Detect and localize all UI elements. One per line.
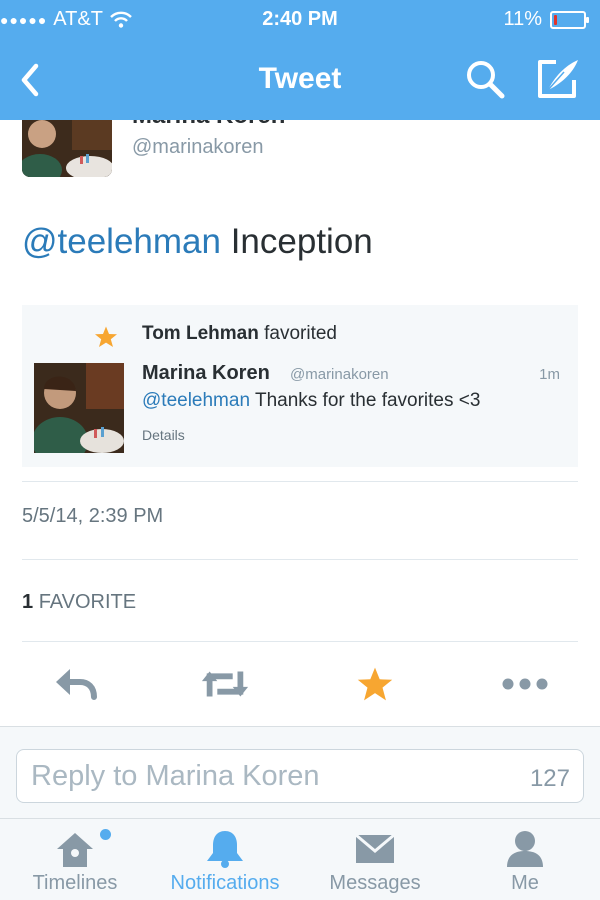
author-avatar[interactable] [22, 120, 112, 177]
person-icon [507, 831, 543, 867]
tweet-mention-link[interactable]: @teelehman [22, 222, 221, 261]
card-time: 1m [539, 366, 560, 383]
card-author-handle[interactable]: @marinakoren [290, 366, 389, 383]
favorite-activity-line: Tom Lehman favorited [142, 323, 337, 345]
more-icon [502, 678, 548, 690]
status-bar: ●●●●● AT&T 2:40 PM 11% [0, 0, 600, 40]
tab-label: Me [511, 872, 539, 894]
home-icon [57, 833, 93, 867]
tab-label: Messages [329, 872, 421, 894]
card-tweet-text: @teelehman Thanks for the favorites <3 [142, 390, 480, 412]
reply-bar: 127 [0, 726, 600, 818]
tweet-body: Inception [220, 222, 373, 261]
favorite-count[interactable]: 1 FAVORITE [22, 591, 136, 614]
top-bar: ●●●●● AT&T 2:40 PM 11% Tweet [0, 0, 600, 120]
divider [22, 559, 578, 560]
favorite-activity-card[interactable]: Tom Lehman favorited Marina Koren @marin… [22, 305, 578, 467]
favoriter-name[interactable]: Tom Lehman [142, 323, 259, 344]
card-mention-link[interactable]: @teelehman [142, 390, 250, 411]
favorite-count-label: FAVORITE [38, 591, 137, 613]
page-title: Tweet [258, 62, 342, 95]
favorite-star-icon [357, 667, 393, 701]
card-author-avatar[interactable] [34, 363, 124, 453]
more-button[interactable] [500, 664, 550, 704]
reply-input[interactable] [16, 749, 584, 803]
tab-me[interactable]: Me [450, 819, 600, 900]
favorite-count-number: 1 [22, 591, 34, 613]
reply-char-count: 127 [529, 765, 570, 792]
tab-timelines[interactable]: Timelines [0, 819, 150, 900]
divider [22, 641, 578, 642]
tab-label: Timelines [32, 872, 118, 894]
new-content-badge [100, 829, 111, 840]
card-details-link[interactable]: Details [142, 427, 185, 443]
retweet-icon [201, 671, 249, 697]
search-icon[interactable] [464, 58, 506, 100]
bell-icon [207, 831, 243, 868]
tab-label: Notifications [170, 872, 280, 894]
tab-bar: Timelines Notifications Messages Me [0, 818, 600, 900]
battery-group: 11% [503, 8, 589, 31]
battery-percent: 11% [503, 8, 542, 30]
tweet-timestamp: 5/5/14, 2:39 PM [22, 505, 164, 527]
reply-button[interactable] [50, 664, 100, 704]
card-author-name[interactable]: Marina Koren [142, 362, 270, 385]
battery-icon [550, 10, 589, 29]
reply-icon [56, 669, 97, 700]
card-tweet-body: Thanks for the favorites <3 [250, 390, 481, 411]
divider [22, 481, 578, 482]
tab-notifications[interactable]: Notifications [150, 819, 300, 900]
avatar-photo-icon [22, 120, 112, 177]
tab-messages[interactable]: Messages [300, 819, 450, 900]
retweet-button[interactable] [200, 664, 250, 704]
battery-level-fill [554, 14, 557, 25]
compose-icon[interactable] [534, 56, 580, 102]
card-avatar-photo-icon [34, 363, 124, 453]
favorite-button[interactable] [350, 664, 400, 704]
envelope-icon [355, 833, 395, 863]
author-handle[interactable]: @marinakoren [132, 136, 263, 159]
tweet-text: @teelehman Inception [22, 222, 373, 262]
favorite-star-icon [95, 326, 117, 347]
favorite-action-text: favorited [264, 323, 337, 344]
